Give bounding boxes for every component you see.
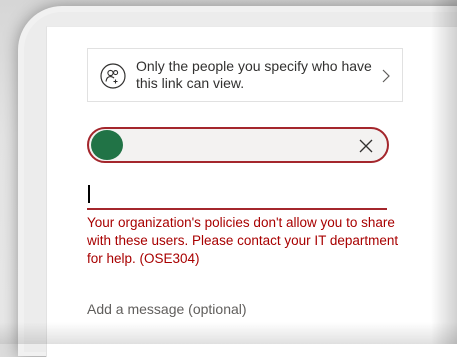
message-field[interactable]	[87, 296, 387, 322]
add-people-input[interactable]	[87, 180, 387, 210]
chevron-right-icon	[382, 69, 390, 83]
policy-error-message: Your organization's policies don't allow…	[87, 215, 399, 266]
recipient-chip[interactable]	[87, 127, 389, 163]
link-settings-button[interactable]: Only the people you specify who have thi…	[87, 48, 403, 102]
text-cursor	[88, 185, 90, 203]
link-settings-label: Only the people you specify who have thi…	[136, 58, 372, 91]
avatar	[91, 130, 123, 160]
people-specific-icon	[100, 63, 126, 89]
close-icon[interactable]	[359, 139, 373, 153]
